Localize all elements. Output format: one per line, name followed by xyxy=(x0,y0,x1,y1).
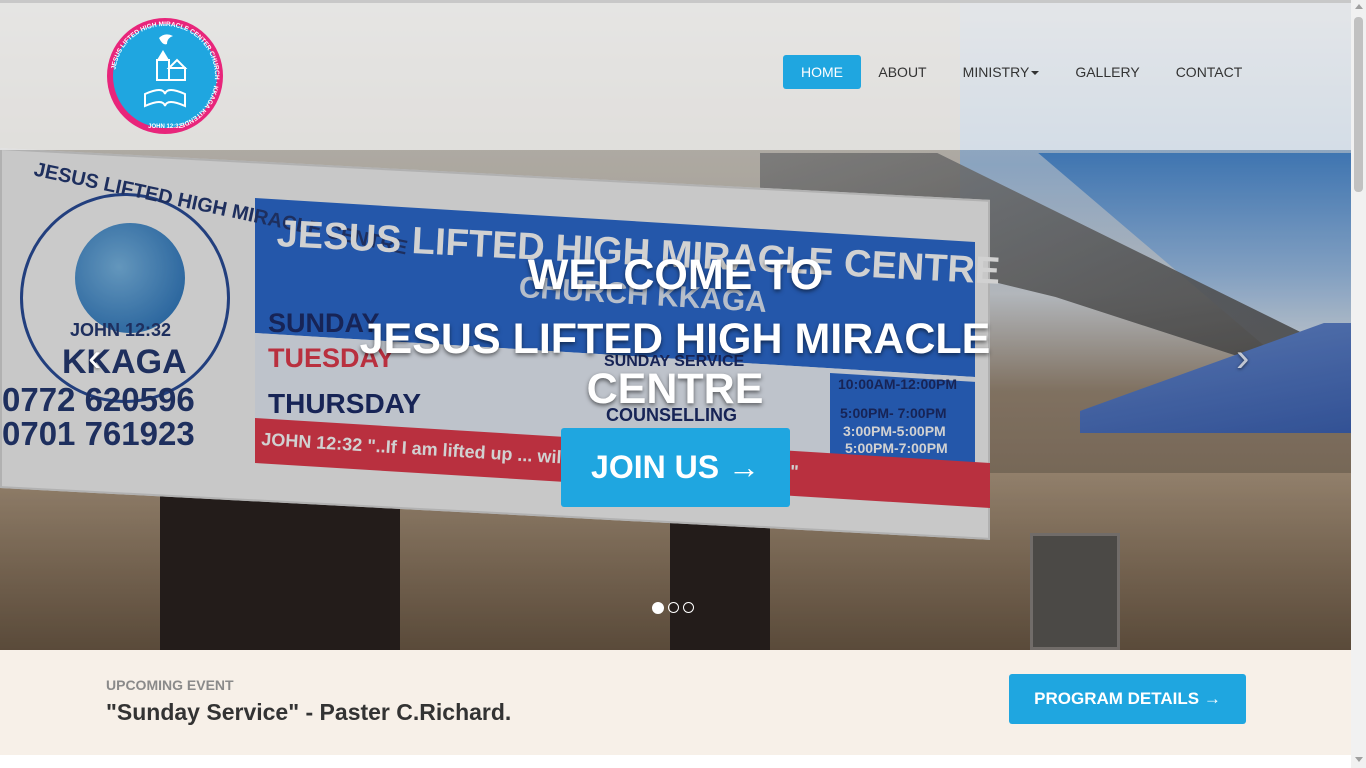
upcoming-event-title: "Sunday Service" - Paster C.Richard. xyxy=(106,699,512,725)
svg-text:JESUS LIFTED HIGH MIRACLE CENT: JESUS LIFTED HIGH MIRACLE CENTER CHURCH … xyxy=(110,21,220,129)
nav-contact[interactable]: CONTACT xyxy=(1164,55,1254,89)
church-logo[interactable]: JESUS LIFTED HIGH MIRACLE CENTER CHURCH … xyxy=(107,18,223,134)
carousel-dot-2[interactable] xyxy=(668,602,679,613)
join-us-button[interactable]: JOIN US → xyxy=(561,428,790,507)
nav-home-label: HOME xyxy=(801,64,843,80)
nav-home[interactable]: HOME xyxy=(783,55,861,89)
logo-ring-text: JESUS LIFTED HIGH MIRACLE CENTER CHURCH … xyxy=(110,21,220,129)
carousel-next-icon[interactable]: › xyxy=(1236,338,1249,378)
carousel-dot-1[interactable] xyxy=(652,602,664,614)
carousel-prev-icon[interactable]: ‹ xyxy=(88,338,101,378)
logo-verse: JOHN 12:32 xyxy=(148,124,182,130)
program-details-button[interactable]: PROGRAM DETAILS → xyxy=(1009,674,1246,724)
scroll-up-icon[interactable] xyxy=(1355,4,1363,9)
nav-ministry[interactable]: MINISTRY xyxy=(950,55,1052,89)
logo-ring: JESUS LIFTED HIGH MIRACLE CENTER CHURCH … xyxy=(110,21,220,130)
carousel-dot-3[interactable] xyxy=(683,602,694,613)
upcoming-event-label: UPCOMING EVENT xyxy=(106,677,234,693)
nav-gallery-label: GALLERY xyxy=(1075,64,1140,80)
hero-title-line-2: JESUS LIFTED HIGH MIRACLE CENTRE xyxy=(359,315,991,413)
nav-gallery[interactable]: GALLERY xyxy=(1064,55,1151,89)
nav-contact-label: CONTACT xyxy=(1175,64,1243,80)
hero-title-line-1: WELCOME TO xyxy=(527,251,824,299)
carousel-indicators xyxy=(652,602,694,614)
scrollbar-thumb[interactable] xyxy=(1354,17,1363,192)
nav-ministry-label: MINISTRY xyxy=(962,64,1030,80)
chevron-down-icon xyxy=(1031,71,1040,76)
nav-about[interactable]: ABOUT xyxy=(866,55,939,89)
nav-about-label: ABOUT xyxy=(878,64,927,80)
scroll-down-icon[interactable] xyxy=(1355,757,1363,762)
